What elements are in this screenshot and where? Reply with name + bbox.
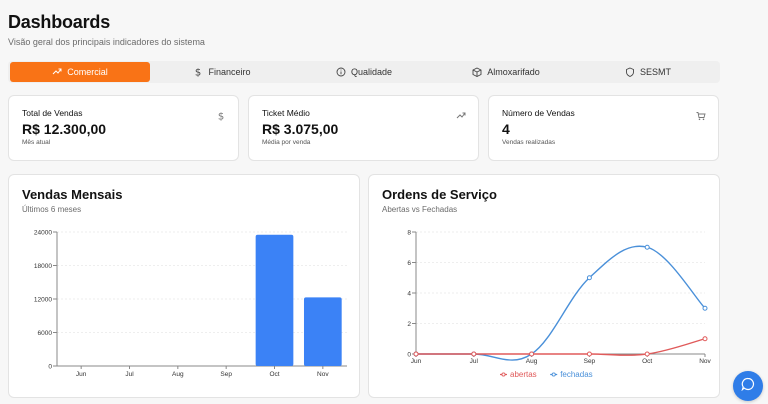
data-point-abertas xyxy=(471,351,477,357)
svg-text:$: $ xyxy=(218,112,224,122)
info-circle-icon xyxy=(336,67,346,77)
kpi-sub: Vendas realizadas xyxy=(502,139,556,146)
y-tick-label: 6000 xyxy=(38,330,53,337)
data-point-abertas xyxy=(413,351,419,357)
y-tick-label: 4 xyxy=(407,291,411,298)
data-point-abertas xyxy=(529,351,535,357)
legend-marker xyxy=(501,372,506,377)
tab-qualidade[interactable]: Qualidade xyxy=(294,62,434,82)
box-icon xyxy=(472,67,482,77)
data-point-abertas xyxy=(702,336,708,342)
x-tick-label: Sep xyxy=(220,371,232,378)
tab-financeiro[interactable]: $ Financeiro xyxy=(152,62,292,82)
x-tick-label: Sep xyxy=(584,358,596,365)
kpi-total-vendas: Total de Vendas R$ 12.300,00 Mês atual $ xyxy=(8,95,239,161)
kpi-sub: Mês atual xyxy=(22,139,51,146)
svg-text:$: $ xyxy=(195,68,201,78)
tab-almoxarifado[interactable]: Almoxarifado xyxy=(436,62,576,82)
data-point-fechadas xyxy=(586,275,592,281)
y-tick-label: 24000 xyxy=(34,230,52,237)
dollar-icon: $ xyxy=(193,67,203,78)
kpi-ticket-medio: Ticket Médio R$ 3.075,00 Média por venda xyxy=(248,95,479,161)
y-tick-label: 2 xyxy=(407,321,411,328)
shield-icon xyxy=(625,67,635,77)
tab-label: Financeiro xyxy=(208,67,251,77)
x-tick-label: Jul xyxy=(125,371,134,378)
y-tick-label: 0 xyxy=(48,364,52,371)
vendas-mensais-chart: 0 6000 12000 18000 24000 Jun Jul Aug Sep Oct Nov xyxy=(34,230,347,378)
kpi-label: Total de Vendas xyxy=(22,108,83,118)
x-tick-label: Jul xyxy=(470,358,479,365)
legend-label: abertas xyxy=(510,370,537,379)
ordens-servico-chart: 02468Jun Jul Aug Sep Oct Novabertas fechadas xyxy=(407,230,711,380)
kpi-value: 4 xyxy=(502,121,510,137)
kpi-sub: Média por venda xyxy=(262,139,311,146)
tab-sesmt[interactable]: SESMT xyxy=(578,62,718,82)
x-tick-label: Oct xyxy=(269,371,279,378)
kpi-value: R$ 12.300,00 xyxy=(22,121,107,137)
bar xyxy=(255,234,294,366)
chat-icon xyxy=(741,377,755,396)
kpi-label: Número de Vendas xyxy=(502,108,575,118)
kpi-numero-vendas: Número de Vendas 4 Vendas realizadas xyxy=(488,95,719,161)
x-tick-label: Nov xyxy=(317,371,329,378)
page-title: Dashboards xyxy=(8,12,111,32)
y-tick-label: 8 xyxy=(407,230,411,237)
series-line-abertas xyxy=(416,338,706,356)
tab-label: Almoxarifado xyxy=(487,67,540,77)
page-subtitle: Visão geral dos principais indicadores d… xyxy=(8,37,205,47)
x-tick-label: Nov xyxy=(699,358,711,365)
vendas-mensais-card: Vendas Mensais Últimos 6 meses 0 6000 1200… xyxy=(8,174,360,398)
x-tick-label: Aug xyxy=(172,371,184,378)
x-tick-label: Aug xyxy=(526,358,538,365)
y-tick-label: 6 xyxy=(407,260,411,267)
x-tick-label: Jun xyxy=(76,371,87,378)
bar xyxy=(303,297,342,366)
data-point-abertas xyxy=(586,351,592,357)
data-point-fechadas xyxy=(644,244,650,250)
legend-marker xyxy=(551,372,556,377)
trend-up-icon xyxy=(52,67,62,77)
series-line-fechadas xyxy=(416,245,706,361)
tab-label: Qualidade xyxy=(350,67,393,77)
ordens-servico-card: Ordens de Serviço Abertas vs Fechadas 02… xyxy=(368,174,720,398)
tab-comercial[interactable]: Comercial xyxy=(10,62,150,82)
chat-button[interactable] xyxy=(733,371,763,401)
y-tick-label: 12000 xyxy=(34,297,52,304)
kpi-value: R$ 3.075,00 xyxy=(262,121,339,137)
legend-label: fechadas xyxy=(560,370,592,379)
y-tick-label: 18000 xyxy=(34,263,52,270)
x-tick-label: Jun xyxy=(411,358,422,365)
cart-icon xyxy=(696,108,706,121)
tab-label: Comercial xyxy=(67,67,108,77)
data-point-abertas xyxy=(644,351,650,357)
dollar-icon: $ xyxy=(216,108,226,123)
trend-up-icon xyxy=(456,108,466,119)
dashboard-tabs: Comercial $ Financeiro Qualidade Almoxar… xyxy=(8,61,720,83)
kpi-label: Ticket Médio xyxy=(262,108,310,118)
data-point-fechadas xyxy=(702,305,708,311)
x-tick-label: Oct xyxy=(642,358,652,365)
tab-label: SESMT xyxy=(639,67,671,77)
